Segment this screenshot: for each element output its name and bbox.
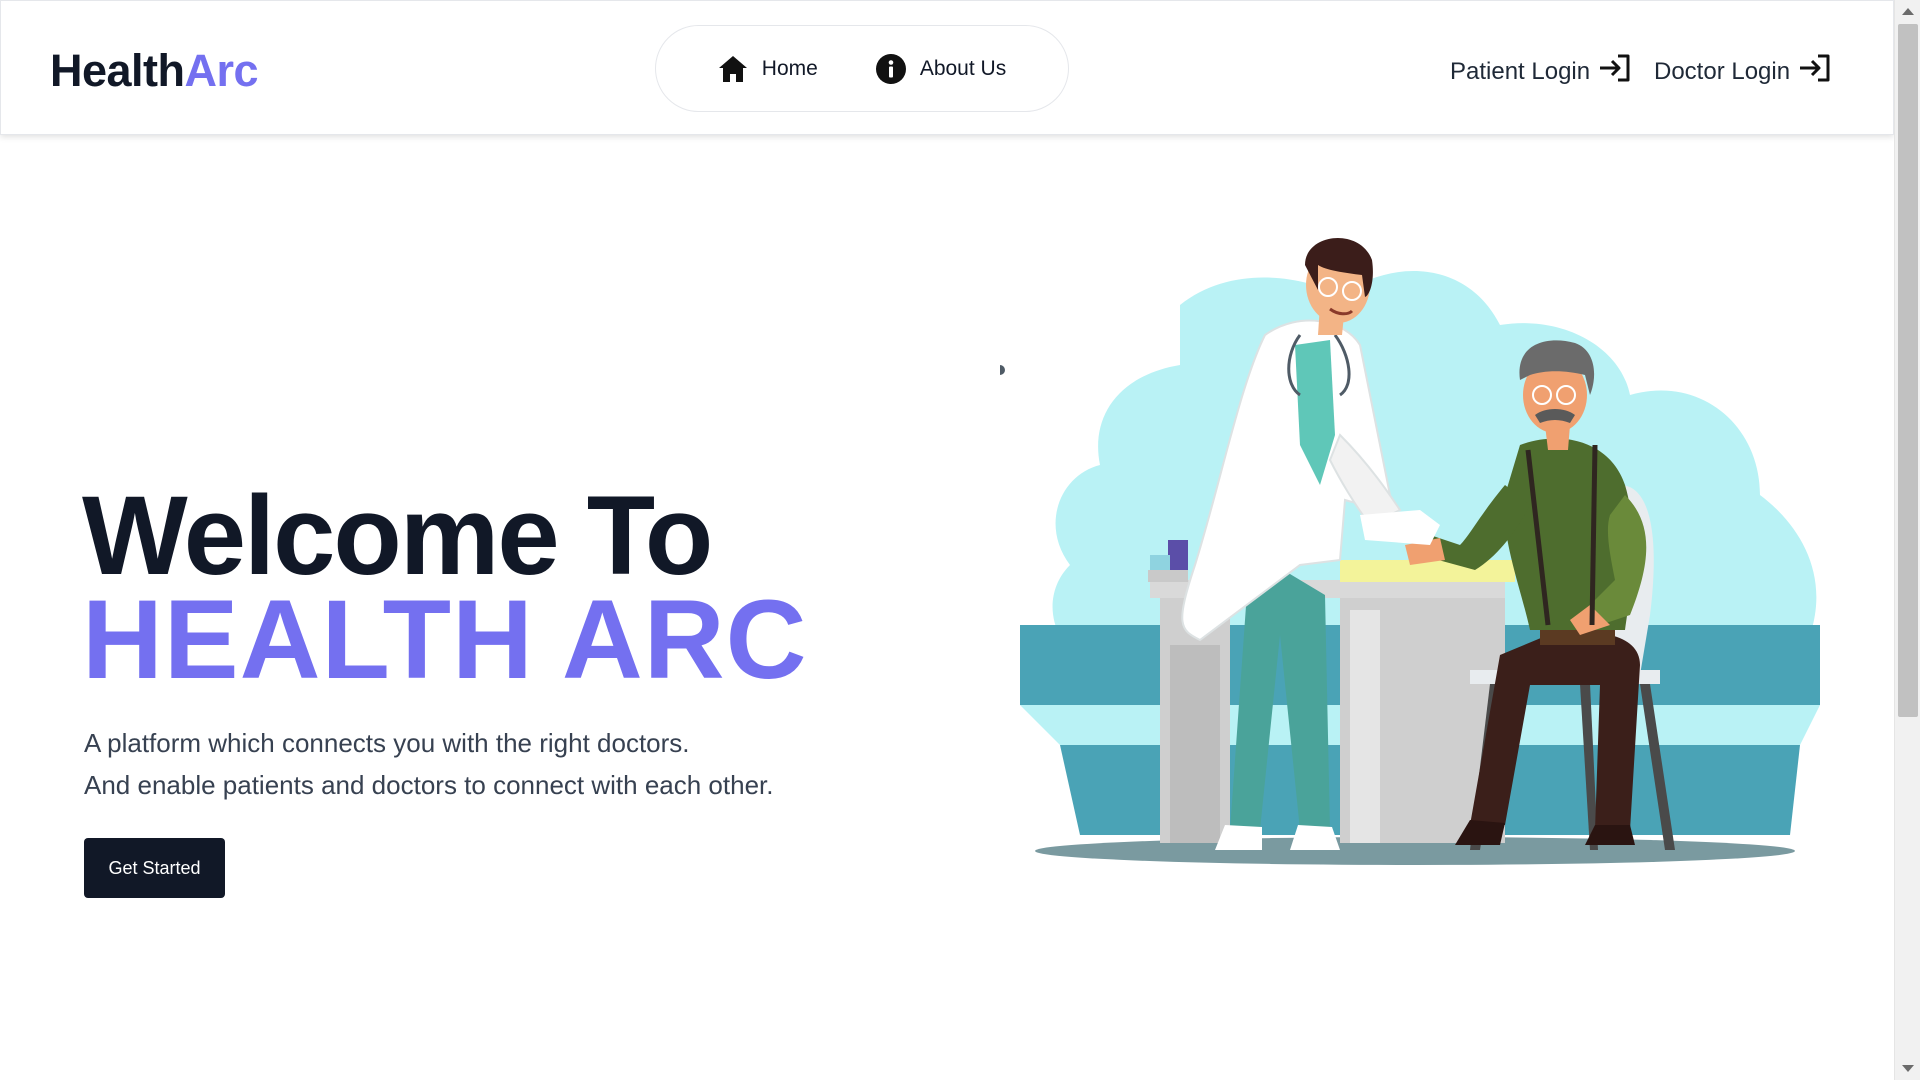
- patient-login-label: Patient Login: [1450, 57, 1591, 85]
- doctor-login-link[interactable]: Doctor Login: [1654, 53, 1832, 90]
- scrollbar-thumb[interactable]: [1898, 24, 1918, 717]
- doctor-login-label: Doctor Login: [1654, 57, 1791, 85]
- nav-about[interactable]: About Us: [875, 53, 1007, 84]
- top-navbar: HealthArc Home About Us Patient Login Do…: [0, 0, 1894, 135]
- nav-home[interactable]: Home: [718, 55, 818, 83]
- doctor-patient-illustration: [995, 235, 1830, 875]
- hero-subtitle-line2: And enable patients and doctors to conne…: [84, 770, 774, 800]
- brand-logo[interactable]: HealthArc: [50, 45, 259, 97]
- hero-title-line2: HEALTH ARC: [82, 577, 808, 702]
- hero-title: Welcome To HEALTH ARC: [82, 480, 808, 702]
- scroll-down-arrow-icon[interactable]: [1902, 1065, 1914, 1072]
- nav-home-label: Home: [761, 56, 818, 80]
- nav-about-label: About Us: [919, 56, 1007, 80]
- main-nav: Home About Us: [655, 25, 1069, 112]
- page-scrollbar[interactable]: [1894, 0, 1920, 1080]
- hero-subtitle-line1: A platform which connects you with the r…: [84, 728, 690, 758]
- login-icon: [1598, 53, 1632, 90]
- scroll-up-arrow-icon[interactable]: [1902, 8, 1914, 15]
- patient-login-link[interactable]: Patient Login: [1450, 53, 1632, 90]
- login-icon: [1798, 53, 1832, 90]
- brand-name-part2: Arc: [184, 45, 259, 96]
- get-started-button[interactable]: Get Started: [84, 838, 225, 898]
- info-icon: [875, 53, 906, 84]
- home-icon: [718, 55, 748, 83]
- brand-name-part1: Health: [50, 45, 185, 96]
- hero-subtitle: A platform which connects you with the r…: [84, 722, 773, 806]
